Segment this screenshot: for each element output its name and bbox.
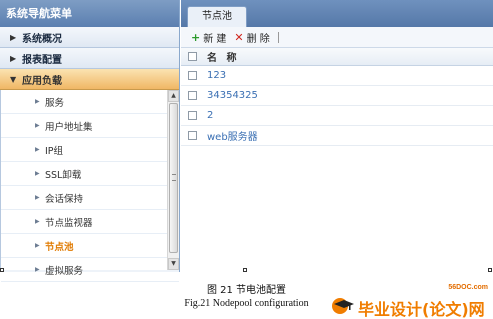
sidebar-item-virtual-service[interactable]: ▶ 虚拟服务 xyxy=(1,258,179,282)
sidebar-item-node-pool[interactable]: ▶ 节点池 xyxy=(1,234,179,258)
sidebar-item-label: 虚拟服务 xyxy=(45,265,84,277)
sidebar-submenu: ▶ 服务 ▶ 用户地址集 ▶ IP组 ▶ SSL卸载 ▶ 会话保持 ▶ 节点监视… xyxy=(0,90,179,282)
delete-button-label: 删 除 xyxy=(246,33,270,45)
grip-icon xyxy=(172,174,176,181)
arrow-bullet-icon: ▶ xyxy=(35,170,40,177)
select-all-checkbox[interactable] xyxy=(187,52,197,61)
resize-handle xyxy=(243,268,247,272)
scrollbar-thumb[interactable] xyxy=(169,103,178,253)
resize-handle xyxy=(488,268,492,272)
delete-button[interactable]: ✕ 删 除 xyxy=(234,30,269,45)
table-row[interactable]: 2 xyxy=(181,106,493,126)
arrow-bullet-icon: ▶ xyxy=(35,194,40,201)
chevron-down-icon: ▼ xyxy=(10,74,17,84)
tab-bar: 节点池 xyxy=(181,0,493,27)
toolbar-divider xyxy=(277,31,279,43)
toolbar: + 新 建 ✕ 删 除 xyxy=(181,27,493,48)
row-name-link[interactable]: 34354325 xyxy=(203,90,258,101)
screenshot-frame: 系统导航菜单 ▶ 系统概况 ▶ 报表配置 ▼ 应用负载 ▶ 服务 ▶ 用户地址集… xyxy=(0,0,493,282)
sidebar-item-label: 节点池 xyxy=(45,241,74,253)
sidebar-group-label: 应用负载 xyxy=(22,75,62,87)
row-checkbox[interactable] xyxy=(187,111,197,120)
tab-node-pool[interactable]: 节点池 xyxy=(187,6,247,27)
sidebar-group-label: 系统概况 xyxy=(22,33,62,45)
chevron-right-icon: ▶ xyxy=(10,32,17,42)
table-row[interactable]: 123 xyxy=(181,66,493,86)
chevron-right-icon: ▶ xyxy=(10,53,17,63)
watermark-logo-icon xyxy=(332,298,354,314)
watermark-brand: 毕业设计(论文)网 xyxy=(358,300,485,319)
sidebar-group-label: 报表配置 xyxy=(22,54,62,66)
table-header: 名 称 xyxy=(181,48,493,66)
row-name-link[interactable]: web服务器 xyxy=(203,128,258,143)
sidebar: 系统导航菜单 ▶ 系统概况 ▶ 报表配置 ▼ 应用负载 ▶ 服务 ▶ 用户地址集… xyxy=(0,0,180,282)
watermark-site: 56DOC.com xyxy=(448,284,488,291)
sidebar-item-session-persistence[interactable]: ▶ 会话保持 xyxy=(1,186,179,210)
row-name-link[interactable]: 2 xyxy=(203,110,213,121)
sidebar-item-label: 服务 xyxy=(45,97,65,109)
sidebar-item-label: 节点监视器 xyxy=(45,217,93,229)
table-row[interactable]: 34354325 xyxy=(181,86,493,106)
sidebar-group-report[interactable]: ▶ 报表配置 xyxy=(0,48,179,69)
row-checkbox[interactable] xyxy=(187,131,197,140)
scroll-down-arrow-icon[interactable]: ▼ xyxy=(168,258,179,270)
resize-handle xyxy=(0,268,4,272)
sidebar-item-service[interactable]: ▶ 服务 xyxy=(1,90,179,114)
table-row[interactable]: web服务器 xyxy=(181,126,493,146)
sidebar-group-app-load[interactable]: ▼ 应用负载 xyxy=(0,69,179,90)
sidebar-item-ip-group[interactable]: ▶ IP组 xyxy=(1,138,179,162)
arrow-bullet-icon: ▶ xyxy=(35,122,40,129)
sidebar-item-label: 会话保持 xyxy=(45,193,84,205)
column-header-name[interactable]: 名 称 xyxy=(203,49,239,64)
sidebar-item-ssl-offload[interactable]: ▶ SSL卸载 xyxy=(1,162,179,186)
sidebar-title: 系统导航菜单 xyxy=(0,0,179,27)
row-checkbox[interactable] xyxy=(187,71,197,80)
sidebar-group-overview[interactable]: ▶ 系统概况 xyxy=(0,27,179,48)
main-panel: 节点池 + 新 建 ✕ 删 除 名 称 123 34354325 2 web服务… xyxy=(181,0,493,272)
add-button[interactable]: + 新 建 xyxy=(191,30,226,45)
add-button-label: 新 建 xyxy=(203,33,227,45)
sidebar-item-node-monitor[interactable]: ▶ 节点监视器 xyxy=(1,210,179,234)
row-name-link[interactable]: 123 xyxy=(203,70,226,81)
sidebar-item-user-address-set[interactable]: ▶ 用户地址集 xyxy=(1,114,179,138)
arrow-bullet-icon: ▶ xyxy=(35,218,40,225)
arrow-bullet-icon: ▶ xyxy=(35,98,40,105)
scroll-up-arrow-icon[interactable]: ▲ xyxy=(168,90,179,102)
arrow-bullet-icon: ▶ xyxy=(35,242,40,249)
arrow-bullet-icon: ▶ xyxy=(35,146,40,153)
sidebar-scrollbar[interactable]: ▲ ▼ xyxy=(167,90,179,270)
sidebar-item-label: 用户地址集 xyxy=(45,121,93,133)
sidebar-item-label: IP组 xyxy=(45,145,64,157)
close-icon: ✕ xyxy=(234,30,244,44)
plus-icon: + xyxy=(191,30,201,44)
row-checkbox[interactable] xyxy=(187,91,197,100)
sidebar-item-label: SSL卸载 xyxy=(45,169,82,181)
arrow-bullet-icon: ▶ xyxy=(35,266,40,273)
watermark: 56DOC.com 毕业设计(论文)网 xyxy=(330,284,490,319)
